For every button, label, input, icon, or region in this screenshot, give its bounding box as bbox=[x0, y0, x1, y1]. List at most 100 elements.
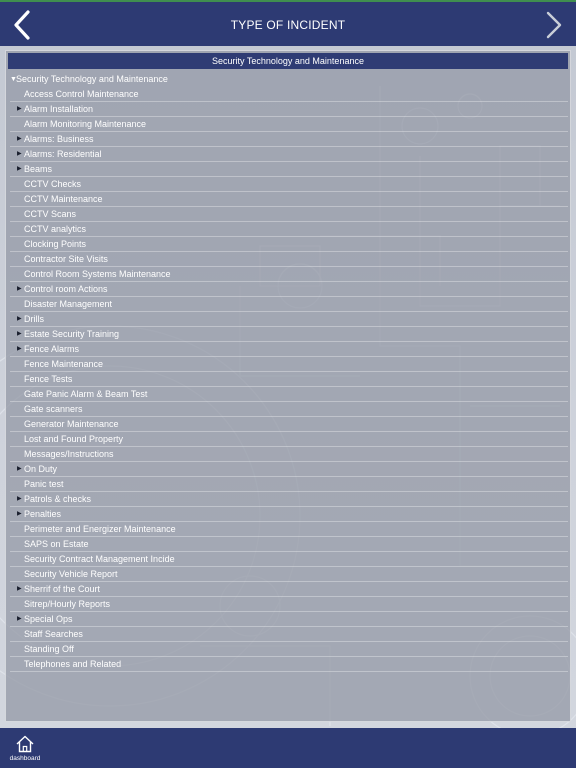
tree-root-node[interactable]: ▼ Security Technology and Maintenance bbox=[10, 72, 568, 87]
tree-item[interactable]: CCTV Scans bbox=[10, 207, 568, 222]
tree-item-label: CCTV Maintenance bbox=[24, 194, 103, 204]
bottom-toolbar: dashboard bbox=[0, 728, 576, 768]
tree-item-label: Security Contract Management Incide bbox=[24, 554, 175, 564]
tree-item[interactable]: Control Room Systems Maintenance bbox=[10, 267, 568, 282]
tree-item[interactable]: ▶ Patrols & checks bbox=[10, 492, 568, 507]
tree-item-label: Alarm Monitoring Maintenance bbox=[24, 119, 147, 129]
tree-item-label: Patrols & checks bbox=[24, 494, 92, 504]
tree-item-label: Alarms: Business bbox=[24, 134, 94, 144]
tree-item-label: Estate Security Training bbox=[24, 329, 120, 339]
collapsed-triangle-icon: ▶ bbox=[17, 586, 22, 592]
collapsed-triangle-icon: ▶ bbox=[17, 166, 22, 172]
tree-item[interactable]: ▶ Sherrif of the Court bbox=[10, 582, 568, 597]
collapsed-triangle-icon: ▶ bbox=[17, 466, 22, 472]
tree-item[interactable]: ▶ Alarm Installation bbox=[10, 102, 568, 117]
tree-item-label: Messages/Instructions bbox=[24, 449, 114, 459]
tree-item-label: Access Control Maintenance bbox=[24, 89, 139, 99]
tree-item-label: Gate scanners bbox=[24, 404, 83, 414]
tree-item-label: Special Ops bbox=[24, 614, 73, 624]
tree-item[interactable]: ▶ Drills bbox=[10, 312, 568, 327]
panel-title: Security Technology and Maintenance bbox=[8, 53, 568, 69]
tree-item-label: Control room Actions bbox=[24, 284, 108, 294]
tree-item[interactable]: Security Vehicle Report bbox=[10, 567, 568, 582]
tree-item[interactable]: Perimeter and Energizer Maintenance bbox=[10, 522, 568, 537]
tree-item[interactable]: Messages/Instructions bbox=[10, 447, 568, 462]
tree-item[interactable]: Gate scanners bbox=[10, 402, 568, 417]
collapsed-triangle-icon: ▶ bbox=[17, 511, 22, 517]
tree-item-label: CCTV Checks bbox=[24, 179, 82, 189]
tree-item-label: Perimeter and Energizer Maintenance bbox=[24, 524, 176, 534]
tree-item[interactable]: ▶ Estate Security Training bbox=[10, 327, 568, 342]
dashboard-label: dashboard bbox=[9, 755, 41, 762]
tree-item[interactable]: Panic test bbox=[10, 477, 568, 492]
tree-item-label: Fence Maintenance bbox=[24, 359, 104, 369]
dashboard-button[interactable]: dashboard bbox=[5, 731, 45, 765]
tree-item[interactable]: Sitrep/Hourly Reports bbox=[10, 597, 568, 612]
collapsed-triangle-icon: ▶ bbox=[17, 496, 22, 502]
tree-item[interactable]: Generator Maintenance bbox=[10, 417, 568, 432]
page-title: TYPE OF INCIDENT bbox=[230, 18, 346, 32]
tree-item[interactable]: CCTV analytics bbox=[10, 222, 568, 237]
tree-item[interactable]: ▶ Fence Alarms bbox=[10, 342, 568, 357]
tree-item[interactable]: Staff Searches bbox=[10, 627, 568, 642]
tree-item-label: Standing Off bbox=[24, 644, 74, 654]
header-bar: TYPE OF INCIDENT bbox=[0, 2, 576, 46]
tree-item-label: Alarm Installation bbox=[24, 104, 94, 114]
tree-item[interactable]: Gate Panic Alarm & Beam Test bbox=[10, 387, 568, 402]
tree-item-label: CCTV analytics bbox=[24, 224, 87, 234]
tree-item-label: On Duty bbox=[24, 464, 58, 474]
tree-item-label: Fence Alarms bbox=[24, 344, 80, 354]
collapsed-triangle-icon: ▶ bbox=[17, 151, 22, 157]
tree-item-label: Staff Searches bbox=[24, 629, 83, 639]
tree-item[interactable]: Telephones and Related bbox=[10, 657, 568, 672]
incident-type-panel: Security Technology and Maintenance ▼ Se… bbox=[5, 50, 571, 722]
tree-item[interactable]: Access Control Maintenance bbox=[10, 87, 568, 102]
incident-type-tree: ▼ Security Technology and Maintenance Ac… bbox=[10, 72, 568, 672]
tree-item-label: Penalties bbox=[24, 509, 62, 519]
tree-item-label: Alarms: Residential bbox=[24, 149, 102, 159]
collapsed-triangle-icon: ▶ bbox=[17, 286, 22, 292]
tree-item[interactable]: ▶ Penalties bbox=[10, 507, 568, 522]
forward-button[interactable] bbox=[536, 8, 570, 42]
tree-item[interactable]: CCTV Checks bbox=[10, 177, 568, 192]
tree-item[interactable]: ▶ Alarms: Residential bbox=[10, 147, 568, 162]
tree-item[interactable]: ▶ Special Ops bbox=[10, 612, 568, 627]
collapsed-triangle-icon: ▶ bbox=[17, 106, 22, 112]
tree-item[interactable]: ▶ On Duty bbox=[10, 462, 568, 477]
tree-item[interactable]: Clocking Points bbox=[10, 237, 568, 252]
collapsed-triangle-icon: ▶ bbox=[17, 346, 22, 352]
tree-item[interactable]: Disaster Management bbox=[10, 297, 568, 312]
tree-item[interactable]: Standing Off bbox=[10, 642, 568, 657]
tree-root-label: Security Technology and Maintenance bbox=[16, 74, 168, 84]
tree-item-label: Control Room Systems Maintenance bbox=[24, 269, 171, 279]
tree-item-label: Panic test bbox=[24, 479, 64, 489]
tree-item[interactable]: SAPS on Estate bbox=[10, 537, 568, 552]
tree-item-label: Generator Maintenance bbox=[24, 419, 119, 429]
tree-item[interactable]: ▶ Beams bbox=[10, 162, 568, 177]
tree-item-label: SAPS on Estate bbox=[24, 539, 89, 549]
tree-item-label: Beams bbox=[24, 164, 53, 174]
tree-item-label: CCTV Scans bbox=[24, 209, 77, 219]
tree-item-label: Contractor Site Visits bbox=[24, 254, 108, 264]
tree-item-label: Disaster Management bbox=[24, 299, 113, 309]
tree-item-label: Lost and Found Property bbox=[24, 434, 124, 444]
tree-item[interactable]: Lost and Found Property bbox=[10, 432, 568, 447]
tree-item-label: Sherrif of the Court bbox=[24, 584, 101, 594]
tree-item-label: Drills bbox=[24, 314, 44, 324]
tree-item-label: Security Vehicle Report bbox=[24, 569, 118, 579]
tree-item[interactable]: Alarm Monitoring Maintenance bbox=[10, 117, 568, 132]
tree-item-label: Gate Panic Alarm & Beam Test bbox=[24, 389, 148, 399]
tree-item-label: Telephones and Related bbox=[24, 659, 122, 669]
tree-item[interactable]: Security Contract Management Incide bbox=[10, 552, 568, 567]
tree-item[interactable]: ▶ Alarms: Business bbox=[10, 132, 568, 147]
tree-item-label: Clocking Points bbox=[24, 239, 87, 249]
tree-children-list: Access Control Maintenance ▶ Alarm Install… bbox=[10, 87, 568, 672]
tree-item-label: Sitrep/Hourly Reports bbox=[24, 599, 111, 609]
tree-item[interactable]: Fence Tests bbox=[10, 372, 568, 387]
tree-item[interactable]: Contractor Site Visits bbox=[10, 252, 568, 267]
chevron-right-icon bbox=[546, 11, 562, 39]
tree-item[interactable]: CCTV Maintenance bbox=[10, 192, 568, 207]
tree-item[interactable]: Fence Maintenance bbox=[10, 357, 568, 372]
collapsed-triangle-icon: ▶ bbox=[17, 136, 22, 142]
tree-item[interactable]: ▶ Control room Actions bbox=[10, 282, 568, 297]
